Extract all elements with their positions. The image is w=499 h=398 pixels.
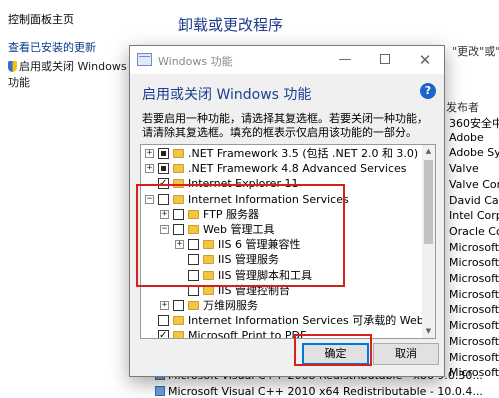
control-panel-sidebar: 控制面板主页 查看已安装的更新 启用或关闭 Windows 功能: [0, 0, 135, 398]
dialog-titlebar[interactable]: Windows 功能 — ✕: [130, 46, 444, 74]
maximize-button[interactable]: [366, 46, 404, 74]
feature-row[interactable]: + .NET Framework 3.5 (包括 .NET 2.0 和 3.0): [141, 146, 422, 161]
folder-icon: [173, 331, 184, 338]
expand-icon[interactable]: +: [160, 301, 169, 310]
feature-label: Internet Information Services 可承载的 Web 核…: [188, 314, 436, 328]
feature-checkbox[interactable]: [158, 163, 169, 175]
publisher-cell: Microsoft: [449, 256, 499, 270]
close-button[interactable]: ✕: [406, 46, 444, 74]
scroll-thumb[interactable]: [424, 160, 433, 244]
cancel-button[interactable]: 取消: [373, 343, 439, 365]
folder-icon: [173, 149, 184, 158]
publisher-cell: Microsoft: [449, 334, 499, 348]
feature-label: .NET Framework 4.8 Advanced Services: [188, 162, 407, 176]
feature-row[interactable]: + .NET Framework 4.8 Advanced Services: [141, 161, 422, 176]
turn-windows-features-link[interactable]: 启用或关闭 Windows 功能: [8, 58, 135, 90]
dialog-title: Windows 功能: [158, 55, 233, 68]
feature-checkbox[interactable]: [158, 328, 169, 338]
dialog-heading: 启用或关闭 Windows 功能: [142, 87, 312, 103]
publisher-cell: Microsoft: [449, 287, 499, 301]
help-icon[interactable]: ?: [420, 83, 436, 99]
publisher-cell: Microsoft: [449, 319, 499, 333]
view-installed-updates-link[interactable]: 查看已安装的更新: [8, 39, 96, 55]
feature-row[interactable]: Microsoft Print to PDF: [141, 328, 422, 339]
publisher-cell: David Carp: [449, 193, 499, 207]
scroll-down-arrow-icon[interactable]: ▼: [422, 325, 435, 338]
feature-label: .NET Framework 3.5 (包括 .NET 2.0 和 3.0): [188, 147, 419, 160]
publisher-cell: Microsoft: [449, 350, 499, 364]
feature-row[interactable]: Internet Information Services 可承载的 Web 核…: [141, 313, 435, 328]
publisher-cell: Oracle Corp: [449, 224, 499, 238]
folder-icon: [203, 285, 214, 295]
shield-icon: [8, 61, 17, 72]
feature-label: 万维网服务: [203, 299, 258, 312]
publisher-cell: Adobe: [449, 130, 484, 144]
feature-checkbox[interactable]: [158, 315, 169, 327]
publisher-column-header[interactable]: 发布者: [446, 99, 479, 115]
publisher-cell: Valve: [449, 162, 479, 176]
program-name: Microsoft Visual C++ 2010 x64 Redistribu…: [168, 385, 483, 398]
publisher-cell: Microsoft: [449, 303, 499, 317]
iis-highlight-box: [136, 184, 345, 287]
scroll-up-arrow-icon[interactable]: ▲: [422, 145, 435, 158]
feature-row[interactable]: + 万维网服务: [141, 298, 422, 313]
window-icon: [137, 53, 152, 66]
publisher-cell: 360安全中心: [449, 117, 499, 130]
feature-checkbox[interactable]: [158, 148, 169, 159]
maximize-icon: [380, 54, 390, 64]
ok-highlight-box: [294, 334, 372, 366]
feature-label: Microsoft Print to PDF: [188, 329, 307, 339]
publisher-cell: Adobe Sys: [449, 146, 499, 160]
page-title: 卸载或更改程序: [178, 16, 284, 34]
dialog-description: 若要启用一种功能，请选择其复选框。若要关闭一种功能，请清除其复选框。填充的框表示…: [142, 112, 428, 139]
publisher-cell: Valve Corp: [449, 177, 499, 191]
folder-icon: [173, 316, 184, 326]
program-row[interactable]: Microsoft Visual C++ 2010 x64 Redistribu…: [155, 385, 483, 398]
tree-scrollbar[interactable]: ▲ ▼: [422, 145, 435, 338]
expand-icon[interactable]: +: [145, 149, 154, 158]
control-panel-home-link[interactable]: 控制面板主页: [8, 11, 74, 27]
publisher-cell: Intel Corpo: [449, 209, 499, 223]
program-icon: [155, 386, 165, 396]
turn-windows-features-label: 启用或关闭 Windows 功能: [8, 60, 127, 89]
feature-checkbox[interactable]: [173, 300, 184, 311]
expand-icon[interactable]: +: [145, 164, 154, 174]
minimize-button[interactable]: —: [326, 46, 364, 74]
folder-icon: [173, 164, 184, 174]
publisher-cell: Microsoft: [449, 240, 499, 254]
folder-icon: [188, 301, 199, 310]
publisher-cell: Microsoft: [449, 272, 499, 285]
